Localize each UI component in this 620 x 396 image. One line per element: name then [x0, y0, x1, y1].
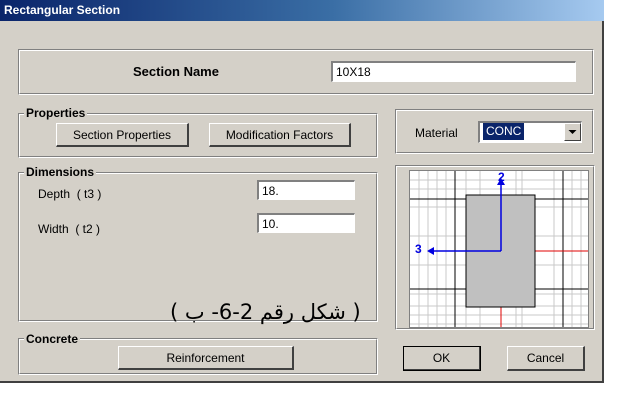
chevron-down-icon: [568, 130, 577, 134]
material-select[interactable]: CONC: [478, 121, 582, 143]
section-name-input[interactable]: 10X18: [331, 61, 576, 82]
depth-label: Depth ( t3 ): [38, 187, 102, 201]
section-name-label: Section Name: [133, 64, 219, 79]
title-bar: Rectangular Section: [0, 0, 604, 21]
depth-input[interactable]: 18.: [257, 180, 355, 200]
section-properties-button[interactable]: Section Properties: [56, 123, 189, 147]
dimensions-group-label: Dimensions: [24, 165, 97, 179]
properties-group-label: Properties: [24, 106, 88, 120]
dropdown-arrow-button[interactable]: [564, 123, 581, 141]
material-select-value: CONC: [483, 123, 525, 140]
width-input[interactable]: 10.: [257, 213, 355, 233]
cancel-button[interactable]: Cancel: [507, 346, 585, 371]
material-label: Material: [415, 126, 458, 140]
axis-3-label: 3: [415, 242, 422, 256]
figure-caption: ( شكل رقم 2-6- ب ): [170, 300, 361, 324]
concrete-group-label: Concrete: [24, 332, 81, 346]
rectangular-section-dialog: Rectangular Section Section Name 10X18 P…: [0, 0, 604, 383]
axis-2-label: 2: [498, 170, 505, 184]
reinforcement-button[interactable]: Reinforcement: [118, 346, 294, 370]
window-title: Rectangular Section: [4, 3, 121, 17]
modification-factors-button[interactable]: Modification Factors: [209, 123, 351, 147]
section-preview: 2 3: [409, 170, 589, 328]
section-preview-graphic: [410, 171, 588, 327]
ok-button[interactable]: OK: [403, 346, 481, 371]
width-label: Width ( t2 ): [38, 222, 101, 236]
